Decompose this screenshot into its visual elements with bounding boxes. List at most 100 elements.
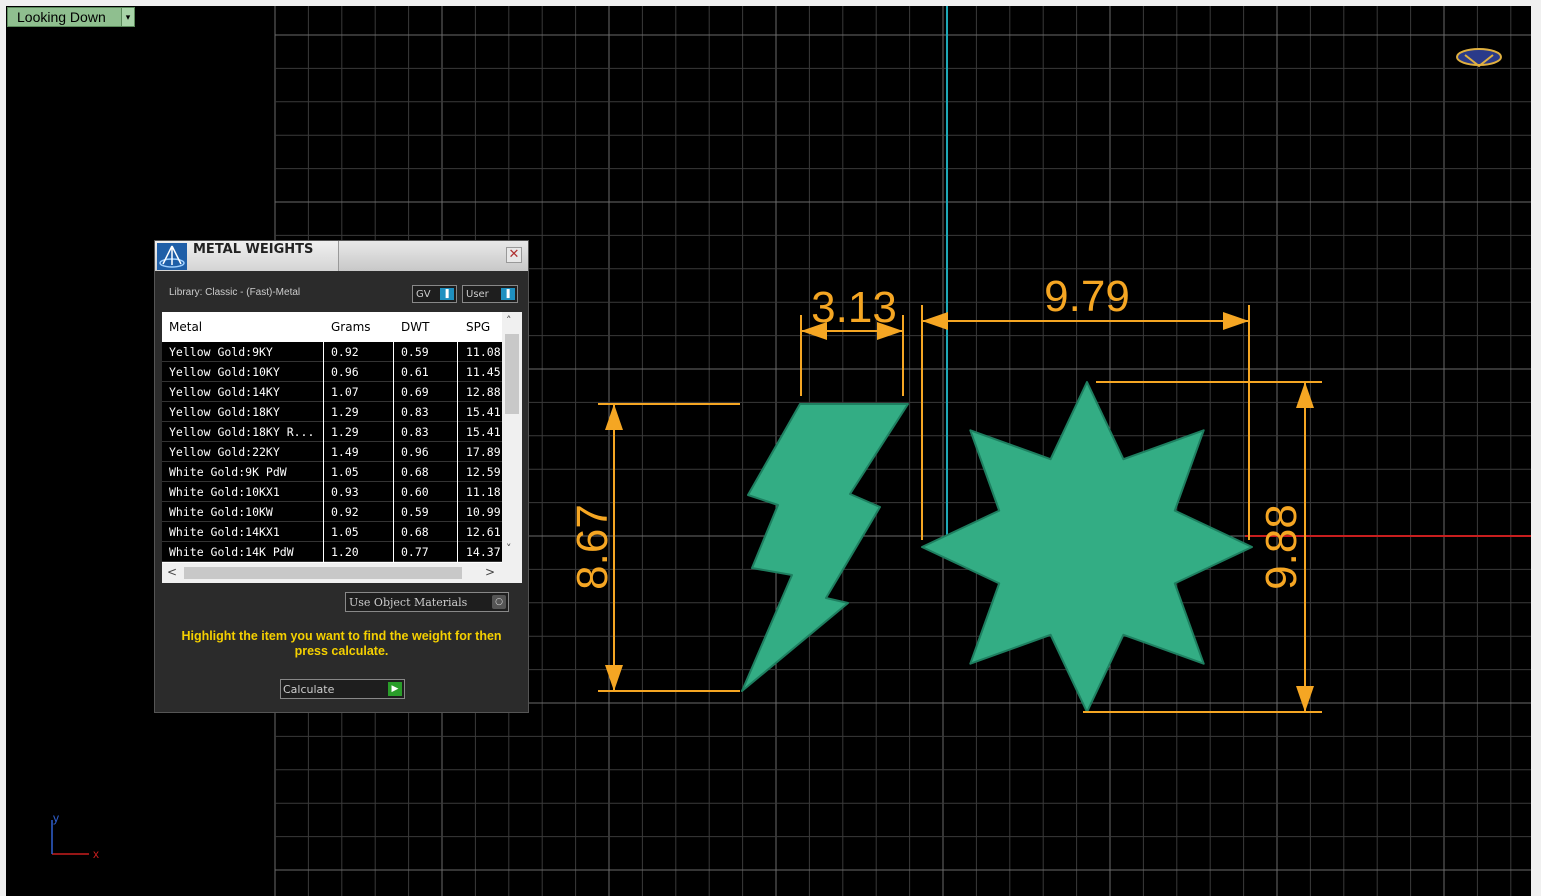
cell-grams: 0.93 — [331, 485, 359, 499]
table-row[interactable]: Yellow Gold:9KY 0.92 0.59 11.08 — [162, 342, 502, 362]
use-object-materials-checkbox[interactable]: Use Object Materials ○ — [345, 592, 509, 612]
dimension-label-height-bolt: 8.67 — [568, 504, 617, 590]
cell-spg: 11.08 — [466, 345, 501, 359]
dimension-arrow — [605, 665, 623, 691]
calculate-button[interactable]: Calculate ▶ — [280, 679, 405, 699]
cell-metal: White Gold:14KX1 — [169, 525, 280, 539]
cell-dwt: 0.59 — [401, 345, 429, 359]
dimension-label-height-star: 9.88 — [1257, 504, 1306, 590]
toggle-switch-icon: ❚ — [440, 288, 454, 300]
axis-label-y: y — [53, 811, 59, 825]
cell-grams: 0.96 — [331, 365, 359, 379]
user-toggle-label: User — [466, 288, 489, 300]
cell-grams: 1.07 — [331, 385, 359, 399]
cell-dwt: 0.59 — [401, 505, 429, 519]
cell-metal: Yellow Gold:9KY — [169, 345, 273, 359]
scroll-left-icon[interactable]: < — [167, 565, 177, 579]
cell-metal: White Gold:10KX1 — [169, 485, 280, 499]
cell-spg: 12.59 — [466, 465, 501, 479]
cell-dwt: 0.77 — [401, 545, 429, 559]
scroll-right-icon[interactable]: > — [485, 565, 495, 579]
cell-grams: 1.29 — [331, 425, 359, 439]
table-row[interactable]: Yellow Gold:18KY 1.29 0.83 15.41 — [162, 402, 502, 422]
panel-tab: METAL WEIGHTS — [155, 241, 339, 271]
scroll-thumb[interactable] — [184, 567, 462, 579]
cell-spg: 14.37 — [466, 545, 501, 559]
cell-dwt: 0.60 — [401, 485, 429, 499]
column-header-dwt[interactable]: DWT — [401, 320, 429, 334]
user-toggle[interactable]: User ❚ — [462, 285, 518, 303]
gv-toggle[interactable]: GV ❚ — [412, 285, 457, 303]
dimension-label-width-star: 9.79 — [1044, 272, 1130, 321]
axis-label-x: x — [93, 847, 99, 861]
panel-title-bar[interactable]: METAL WEIGHTS ✕ — [155, 241, 528, 271]
horizontal-scrollbar[interactable]: < > — [162, 563, 522, 583]
lightning-bolt-shape[interactable] — [741, 403, 909, 692]
table-row[interactable]: Yellow Gold:22KY 1.49 0.96 17.89 — [162, 442, 502, 462]
table-row[interactable]: White Gold:14KX1 1.05 0.68 12.61 — [162, 522, 502, 542]
cell-spg: 15.41 — [466, 405, 501, 419]
cell-spg: 11.18 — [466, 485, 501, 499]
calculate-label: Calculate — [283, 682, 335, 696]
cell-grams: 1.05 — [331, 525, 359, 539]
column-header-grams[interactable]: Grams — [331, 320, 371, 334]
table-row[interactable]: White Gold:10KW 0.92 0.59 10.99 — [162, 502, 502, 522]
cell-metal: White Gold:10KW — [169, 505, 273, 519]
table-row[interactable]: Yellow Gold:18KY R... 1.29 0.83 15.41 — [162, 422, 502, 442]
metal-table[interactable]: Metal Grams DWT SPG Yellow Gold:9KY 0.92 0… — [162, 312, 522, 583]
table-row[interactable]: Yellow Gold:10KY 0.96 0.61 11.45 — [162, 362, 502, 382]
metal-weights-panel: METAL WEIGHTS ✕ Library: Classic - (Fast… — [154, 240, 529, 713]
cell-grams: 1.05 — [331, 465, 359, 479]
cell-grams: 0.92 — [331, 345, 359, 359]
cell-grams: 0.92 — [331, 505, 359, 519]
use-object-materials-label: Use Object Materials — [349, 595, 468, 609]
library-label: Library: Classic - (Fast)-Metal — [169, 287, 301, 298]
dimension-arrow — [922, 312, 948, 330]
column-header-metal[interactable]: Metal — [169, 320, 202, 334]
dimension-arrow — [1296, 382, 1314, 408]
cell-dwt: 0.69 — [401, 385, 429, 399]
cell-spg: 12.61 — [466, 525, 501, 539]
play-icon: ▶ — [388, 682, 402, 696]
scroll-down-icon[interactable]: ˅ — [506, 542, 512, 555]
cell-spg: 10.99 — [466, 505, 501, 519]
cell-metal: Yellow Gold:10KY — [169, 365, 280, 379]
table-row[interactable]: Yellow Gold:14KY 1.07 0.69 12.88 — [162, 382, 502, 402]
view-selector[interactable]: Looking Down ▾ — [7, 7, 135, 27]
column-header-spg[interactable]: SPG — [466, 320, 490, 334]
cell-grams: 1.49 — [331, 445, 359, 459]
cell-spg: 17.89 — [466, 445, 501, 459]
cell-grams: 1.29 — [331, 405, 359, 419]
dimension-arrow — [1296, 686, 1314, 712]
scroll-up-icon[interactable]: ˄ — [506, 314, 512, 327]
table-row[interactable]: White Gold:9K PdW 1.05 0.68 12.59 — [162, 462, 502, 482]
checkbox-icon: ○ — [492, 595, 506, 609]
toggle-switch-icon: ❚ — [501, 288, 515, 300]
cell-dwt: 0.68 — [401, 525, 429, 539]
view-cube-gizmo-icon[interactable] — [1456, 48, 1502, 68]
cell-dwt: 0.83 — [401, 405, 429, 419]
dimension-arrow — [605, 404, 623, 430]
chevron-down-icon[interactable]: ▾ — [121, 8, 134, 26]
panel-title: METAL WEIGHTS — [193, 242, 314, 257]
cell-spg: 11.45 — [466, 365, 501, 379]
scroll-thumb[interactable] — [505, 334, 519, 414]
view-selector-label: Looking Down — [17, 9, 106, 25]
dimension-arrow — [1223, 312, 1249, 330]
dimension-label-width-bolt: 3.13 — [811, 283, 897, 332]
table-row[interactable]: White Gold:10KX1 0.93 0.60 11.18 — [162, 482, 502, 502]
column-divider — [393, 342, 394, 563]
cell-dwt: 0.83 — [401, 425, 429, 439]
cell-metal: Yellow Gold:22KY — [169, 445, 280, 459]
cell-dwt: 0.96 — [401, 445, 429, 459]
close-icon[interactable]: ✕ — [506, 247, 522, 263]
table-row[interactable]: White Gold:14K PdW 1.20 0.77 14.37 — [162, 542, 502, 562]
cell-metal: Yellow Gold:18KY — [169, 405, 280, 419]
cell-metal: Yellow Gold:14KY — [169, 385, 280, 399]
matrix-logo-icon — [157, 243, 187, 270]
column-divider — [457, 342, 458, 563]
table-body: Yellow Gold:9KY 0.92 0.59 11.08 Yellow Gold:… — [162, 342, 502, 562]
vertical-scrollbar[interactable]: ˄ ˅ — [502, 312, 522, 563]
cell-spg: 12.88 — [466, 385, 501, 399]
star-shape[interactable] — [921, 381, 1253, 713]
